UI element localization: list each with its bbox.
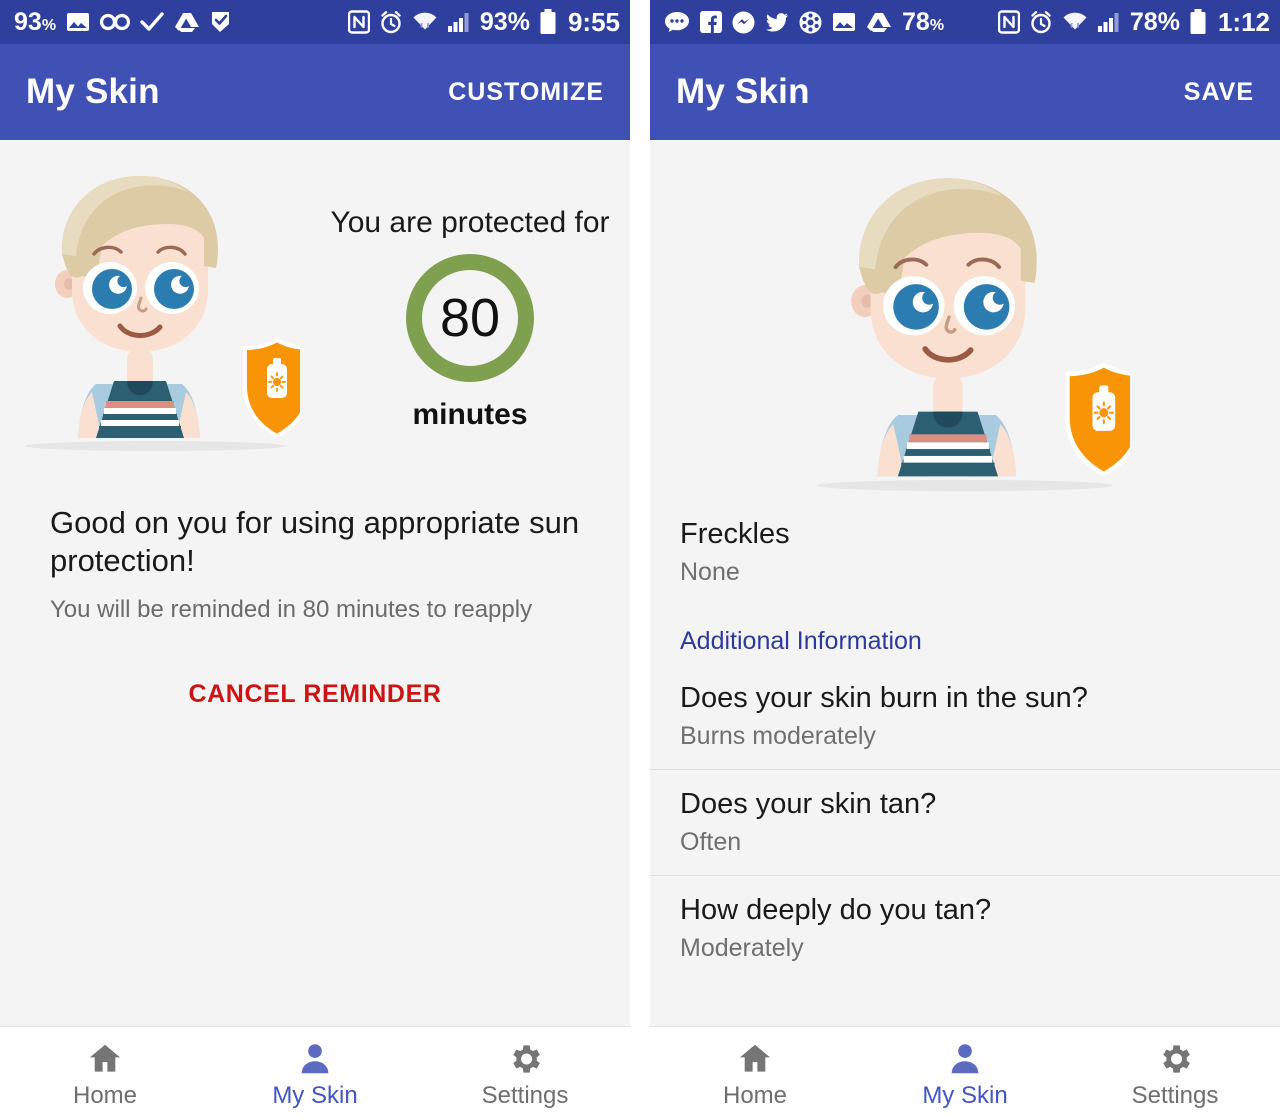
- gear-icon: [505, 1039, 545, 1079]
- field-value: None: [680, 558, 740, 586]
- status-bar-left-icons: 93%: [14, 7, 232, 36]
- messages-icon: [664, 11, 690, 33]
- field-tan-depth[interactable]: How deeply do you tan? Moderately: [650, 876, 1280, 981]
- battery-percent-left-label: 93%: [14, 7, 57, 36]
- content-right: Freckles None Additional Information Doe…: [650, 140, 1280, 1026]
- check-icon: [140, 11, 164, 33]
- person-icon: [295, 1039, 335, 1079]
- timer-value: 80: [439, 288, 501, 348]
- avatar: [0, 158, 310, 458]
- field-label: Freckles: [680, 518, 790, 550]
- bottom-nav-right: Home My Skin Settings: [650, 1026, 1280, 1120]
- screenshot-stage: 93% 93% 9:55 My Skin CUSTOMIZE You are p…: [0, 0, 1280, 1120]
- status-bar-left: 93% 93% 9:55: [0, 0, 630, 44]
- message-title: Good on you for using appropriate sun pr…: [50, 505, 580, 578]
- alarm-icon: [1029, 10, 1053, 34]
- nav-item-home[interactable]: Home: [0, 1039, 210, 1108]
- phone-screen-left: 93% 93% 9:55 My Skin CUSTOMIZE You are p…: [0, 0, 630, 1120]
- boy-avatar-illustration: [25, 176, 300, 451]
- save-button[interactable]: SAVE: [1184, 78, 1254, 107]
- battery-icon: [539, 9, 557, 35]
- voicemail-icon: [100, 13, 131, 31]
- clock-label: 9:55: [567, 7, 620, 37]
- wifi-icon: [1062, 10, 1088, 34]
- wifi-icon: [412, 10, 438, 34]
- content-left: You are protected for 80 minutes Good on…: [0, 140, 630, 1026]
- field-skin-burn[interactable]: Does your skin burn in the sun? Burns mo…: [650, 664, 1280, 769]
- page-title-right: My Skin: [676, 72, 810, 111]
- tick-tick-icon: [210, 10, 232, 34]
- battery-percent-right-label-right-phone: 78%: [1129, 7, 1180, 36]
- photo-icon: [832, 11, 856, 33]
- home-icon: [735, 1039, 775, 1079]
- status-bar-right: 78% 78% 1:12: [650, 0, 1280, 44]
- nfc-icon: [997, 10, 1020, 34]
- nav-item-settings[interactable]: Settings: [420, 1039, 630, 1108]
- nfc-icon: [347, 10, 370, 34]
- bottom-nav-left: Home My Skin Settings: [0, 1026, 630, 1120]
- nav-item-settings[interactable]: Settings: [1070, 1039, 1280, 1108]
- scroll-clip-fade: [650, 1012, 1280, 1026]
- alarm-icon: [379, 10, 403, 34]
- customize-button[interactable]: CUSTOMIZE: [448, 78, 604, 107]
- nav-item-my-skin[interactable]: My Skin: [210, 1039, 420, 1108]
- skin-profile-form: Freckles None Additional Information Doe…: [650, 500, 1280, 981]
- field-freckles[interactable]: Freckles None: [650, 500, 1280, 605]
- snowflake-icon: [799, 11, 822, 34]
- battery-percent-left-label-right-phone: 78%: [902, 7, 945, 36]
- field-value: Moderately: [680, 934, 804, 962]
- hero-row: You are protected for 80 minutes: [0, 140, 630, 480]
- field-value: Burns moderately: [680, 722, 876, 750]
- nav-label-home: Home: [722, 1082, 788, 1109]
- field-skin-tan[interactable]: Does your skin tan? Often: [650, 770, 1280, 875]
- field-value: Often: [680, 828, 742, 856]
- twitter-icon: [765, 12, 789, 33]
- protection-message-block: Good on you for using appropriate sun pr…: [0, 480, 630, 709]
- cancel-reminder-button[interactable]: CANCEL REMINDER: [189, 680, 442, 709]
- boy-avatar-illustration-right: [817, 178, 1130, 492]
- nav-label-my-skin: My Skin: [922, 1082, 1008, 1109]
- status-bar-right-icons-left-phone: 93% 9:55: [347, 7, 620, 37]
- status-bar-left-icons-right-phone: 78%: [664, 7, 945, 36]
- app-bar-left: My Skin CUSTOMIZE: [0, 44, 630, 140]
- photo-icon: [66, 11, 90, 33]
- message-subtitle: You will be reminded in 80 minutes to re…: [50, 595, 533, 623]
- cell-signal-icon: [1097, 11, 1121, 33]
- field-label: Does your skin tan?: [680, 788, 937, 820]
- field-label: How deeply do you tan?: [680, 894, 992, 926]
- cancel-reminder-row: CANCEL REMINDER: [50, 680, 580, 709]
- battery-icon: [1189, 9, 1207, 35]
- google-drive-icon: [866, 11, 892, 33]
- app-bar-right: My Skin SAVE: [650, 44, 1280, 140]
- nav-item-my-skin[interactable]: My Skin: [860, 1039, 1070, 1108]
- protection-timer: You are protected for 80 minutes: [310, 158, 630, 432]
- status-bar-right-icons-right-phone: 78% 1:12: [997, 7, 1270, 37]
- facebook-icon: [700, 11, 722, 33]
- nav-label-my-skin: My Skin: [272, 1082, 358, 1109]
- cell-signal-icon: [447, 11, 471, 33]
- home-icon: [85, 1039, 125, 1079]
- page-title: My Skin: [26, 72, 160, 111]
- google-drive-icon: [174, 11, 200, 33]
- sunscreen-shield-icon-right: [1065, 362, 1130, 477]
- timer-ring: 80: [406, 254, 534, 382]
- sunscreen-shield-icon: [243, 337, 300, 439]
- nav-label-settings: Settings: [1131, 1082, 1219, 1109]
- nav-label-settings: Settings: [481, 1082, 569, 1109]
- clock-label-right: 1:12: [1217, 7, 1270, 37]
- person-icon: [945, 1039, 985, 1079]
- timer-unit: minutes: [412, 398, 528, 431]
- timer-caption: You are protected for: [330, 206, 610, 239]
- phone-screen-right: 78% 78% 1:12 My Skin SAVE Freckles None …: [650, 0, 1280, 1120]
- field-label: Does your skin burn in the sun?: [680, 682, 1088, 714]
- section-header-additional-information: Additional Information: [680, 627, 922, 655]
- battery-percent-right-label: 93%: [479, 7, 530, 36]
- nav-label-home: Home: [72, 1082, 138, 1109]
- messenger-icon: [732, 11, 755, 34]
- nav-item-home[interactable]: Home: [650, 1039, 860, 1108]
- gear-icon: [1155, 1039, 1195, 1079]
- avatar-right: [650, 140, 1280, 500]
